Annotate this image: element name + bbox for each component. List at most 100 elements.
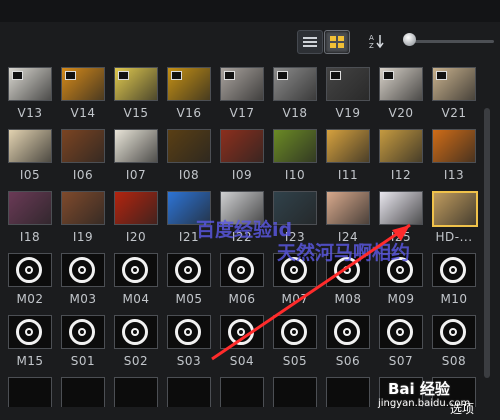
baidu-logo: Bai 经验 <box>388 380 450 398</box>
grid-view-button[interactable] <box>324 30 350 54</box>
media-thumbnail <box>220 129 264 163</box>
media-caption: V17 <box>229 106 255 120</box>
zoom-slider-knob[interactable] <box>403 33 416 46</box>
media-caption: V13 <box>17 106 43 120</box>
media-caption: I18 <box>19 230 41 244</box>
media-tile[interactable]: V19 <box>326 67 370 120</box>
media-thumbnail <box>273 315 317 349</box>
media-caption: S06 <box>335 354 361 368</box>
media-tile[interactable]: M02 <box>8 253 52 306</box>
media-tile-partial[interactable] <box>114 377 158 407</box>
media-tile[interactable]: V21 <box>432 67 476 120</box>
media-thumbnail <box>61 191 105 225</box>
media-thumbnail <box>220 67 264 101</box>
media-thumbnail <box>379 67 423 101</box>
media-tile[interactable]: I13 <box>432 129 476 182</box>
sort-az-icon: A Z <box>369 34 384 50</box>
media-tile[interactable]: I18 <box>8 191 52 244</box>
media-tile[interactable]: S02 <box>114 315 158 368</box>
media-caption: I20 <box>125 230 147 244</box>
media-tile[interactable]: V16 <box>167 67 211 120</box>
media-tile[interactable]: S05 <box>273 315 317 368</box>
audio-disc-hole-icon <box>396 266 404 274</box>
list-view-button[interactable] <box>297 30 323 54</box>
media-tile[interactable]: HD-... <box>432 191 478 244</box>
media-tile[interactable]: M10 <box>432 253 476 306</box>
media-tile[interactable]: V14 <box>61 67 105 120</box>
media-tile[interactable]: M05 <box>167 253 211 306</box>
media-tile[interactable]: S07 <box>379 315 423 368</box>
media-thumbnail <box>114 315 158 349</box>
media-tile[interactable]: V13 <box>8 67 52 120</box>
media-tile-partial[interactable] <box>167 377 211 407</box>
media-tile-partial[interactable] <box>61 377 105 407</box>
media-caption: I11 <box>337 168 359 182</box>
audio-disc-hole-icon <box>184 328 192 336</box>
media-caption: V18 <box>282 106 308 120</box>
media-caption: I07 <box>125 168 147 182</box>
media-tile[interactable]: I10 <box>273 129 317 182</box>
media-thumbnail <box>61 253 105 287</box>
audio-disc-hole-icon <box>343 328 351 336</box>
media-caption: V20 <box>388 106 414 120</box>
audio-disc-hole-icon <box>343 266 351 274</box>
media-tile-partial[interactable] <box>8 377 52 407</box>
media-thumbnail <box>220 253 264 287</box>
media-thumbnail <box>114 191 158 225</box>
media-caption: V14 <box>70 106 96 120</box>
media-thumbnail <box>379 315 423 349</box>
media-tile-partial[interactable] <box>273 377 317 407</box>
media-tile[interactable]: I06 <box>61 129 105 182</box>
media-tile[interactable]: I05 <box>8 129 52 182</box>
media-tile[interactable]: S03 <box>167 315 211 368</box>
media-caption: I06 <box>72 168 94 182</box>
media-tile[interactable]: S01 <box>61 315 105 368</box>
zoom-slider-track[interactable] <box>410 40 494 43</box>
media-tile[interactable]: M06 <box>220 253 264 306</box>
media-tile[interactable]: S06 <box>326 315 370 368</box>
media-tile[interactable]: I08 <box>167 129 211 182</box>
media-tile[interactable]: I19 <box>61 191 105 244</box>
audio-disc-hole-icon <box>290 328 298 336</box>
sort-button[interactable]: A Z <box>367 31 387 51</box>
media-tile[interactable]: S08 <box>432 315 476 368</box>
media-caption: V16 <box>176 106 202 120</box>
watermark-line-2: 天然河马啊相约 <box>277 242 411 264</box>
media-caption: V15 <box>123 106 149 120</box>
media-tile[interactable]: I09 <box>220 129 264 182</box>
media-thumbnail <box>273 129 317 163</box>
media-tile[interactable]: I07 <box>114 129 158 182</box>
media-thumbnail <box>167 67 211 101</box>
media-tile[interactable]: V15 <box>114 67 158 120</box>
media-thumbnail <box>114 377 158 407</box>
media-thumbnail <box>61 377 105 407</box>
audio-disc-hole-icon <box>131 266 139 274</box>
vertical-scrollbar[interactable] <box>484 108 490 378</box>
audio-disc-hole-icon <box>237 266 245 274</box>
media-tile[interactable]: V18 <box>273 67 317 120</box>
media-tile-partial[interactable] <box>220 377 264 407</box>
media-tile[interactable]: V20 <box>379 67 423 120</box>
media-tile[interactable]: M15 <box>8 315 52 368</box>
media-tile[interactable]: I24 <box>326 191 370 244</box>
video-clip-icon <box>118 71 129 80</box>
media-tile[interactable]: I20 <box>114 191 158 244</box>
media-tile[interactable]: M04 <box>114 253 158 306</box>
media-caption: V21 <box>441 106 467 120</box>
media-caption: V19 <box>335 106 361 120</box>
audio-disc-hole-icon <box>25 266 33 274</box>
media-tile-partial[interactable] <box>326 377 370 407</box>
media-tile[interactable]: I12 <box>379 129 423 182</box>
media-caption: M04 <box>122 292 150 306</box>
media-caption: M06 <box>228 292 256 306</box>
audio-disc-hole-icon <box>290 266 298 274</box>
media-tile[interactable]: V17 <box>220 67 264 120</box>
media-tile[interactable]: I25 <box>379 191 423 244</box>
media-thumbnail <box>326 315 370 349</box>
media-tile[interactable]: I11 <box>326 129 370 182</box>
media-tile[interactable]: M03 <box>61 253 105 306</box>
media-thumbnail <box>220 315 264 349</box>
media-thumbnail <box>8 377 52 407</box>
media-thumbnail <box>326 129 370 163</box>
media-tile[interactable]: S04 <box>220 315 264 368</box>
